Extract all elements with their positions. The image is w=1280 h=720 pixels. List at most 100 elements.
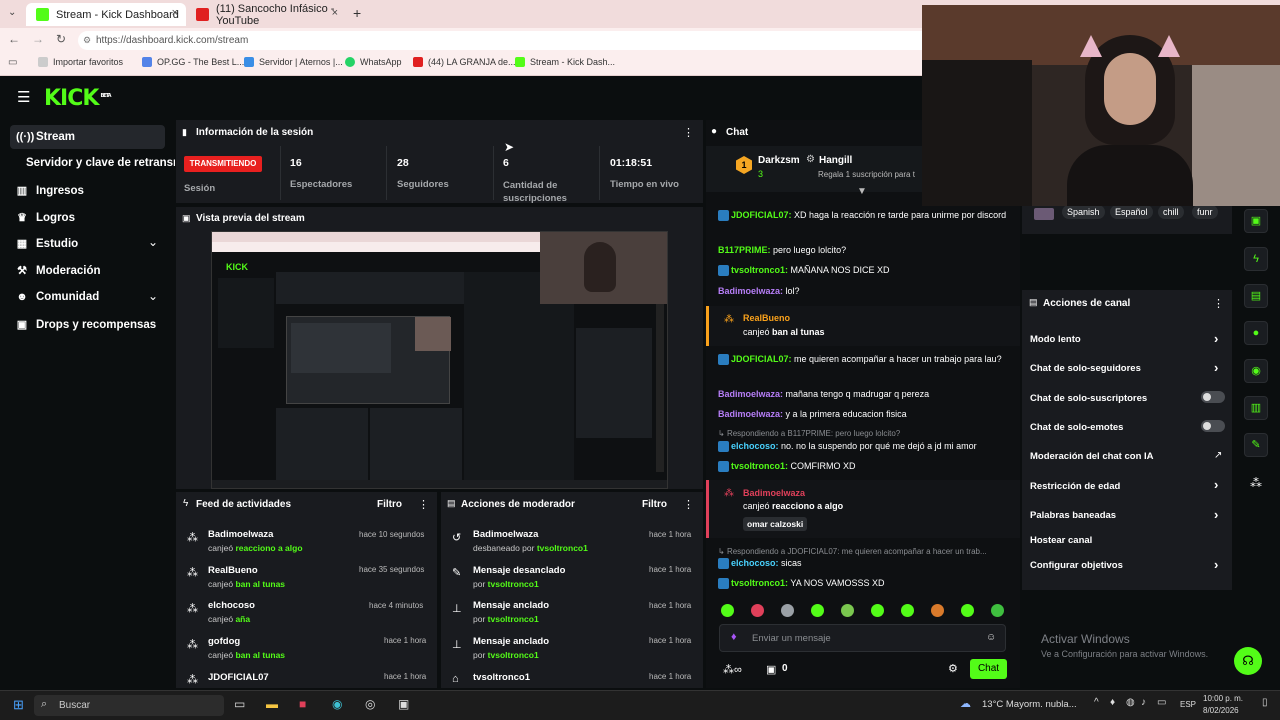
site-info-icon[interactable]: ⚙: [83, 31, 91, 50]
help-support-icon[interactable]: ☊: [1234, 647, 1262, 675]
wrench-icon[interactable]: ✎: [1244, 433, 1268, 457]
tab-kick-dashboard[interactable]: Stream - Kick Dashboard ×: [26, 3, 186, 26]
back-icon[interactable]: ←: [8, 32, 20, 46]
chat-username[interactable]: elchocoso:: [731, 558, 779, 568]
document-icon[interactable]: ▤: [1244, 284, 1268, 308]
chat-username[interactable]: RealBueno: [743, 313, 790, 323]
new-tab-button[interactable]: +: [353, 5, 361, 21]
chat-username[interactable]: tvsoltronco1:: [731, 461, 788, 471]
tray-mic-icon[interactable]: ♦: [1110, 697, 1115, 708]
action-followers-only[interactable]: Chat de solo-seguidores: [1030, 363, 1141, 374]
emote-icon[interactable]: [931, 604, 944, 617]
stream-preview-video[interactable]: KICK: [211, 231, 668, 489]
tab-youtube[interactable]: (11) Sancocho Infásico - YouTube ×: [186, 3, 346, 27]
clock-date[interactable]: 8/02/2026: [1203, 706, 1239, 715]
forward-icon[interactable]: →: [32, 32, 44, 46]
app-icon[interactable]: ▣: [398, 697, 409, 711]
action-age-restriction[interactable]: Restricción de edad: [1030, 481, 1120, 492]
tray-battery-icon[interactable]: ▭: [1157, 697, 1166, 708]
sidebar-item-drops[interactable]: ▣ Drops y recompensas: [16, 318, 156, 332]
chat-username[interactable]: B117PRIME:: [718, 245, 771, 255]
bookmark-whatsapp[interactable]: WhatsApp: [345, 57, 402, 67]
chat-username[interactable]: Badimoelwaza:: [718, 409, 783, 419]
chevron-down-icon[interactable]: ⌄: [148, 235, 158, 249]
bookmark-import[interactable]: Importar favoritos: [38, 57, 123, 67]
file-explorer-icon[interactable]: ▬: [266, 697, 278, 711]
reload-icon[interactable]: ↻: [56, 32, 66, 46]
close-tab-icon[interactable]: ×: [332, 7, 338, 19]
chevron-right-icon[interactable]: ›: [1214, 557, 1218, 572]
more-options-icon[interactable]: ⋮: [683, 498, 694, 511]
chat-username[interactable]: JDOFICIAL07:: [731, 210, 792, 220]
more-options-icon[interactable]: ⋮: [683, 126, 694, 139]
action-configure-goals[interactable]: Configurar objetivos: [1030, 560, 1123, 571]
send-chat-button[interactable]: Chat: [970, 659, 1007, 679]
emote-icon[interactable]: [961, 604, 974, 617]
chat-username[interactable]: tvsoltronco1:: [731, 578, 788, 588]
action-ai-moderation[interactable]: Moderación del chat con IA: [1030, 451, 1154, 462]
bookmark-aternos[interactable]: Servidor | Aternos |...: [244, 57, 343, 67]
tag-chip[interactable]: funr: [1192, 205, 1218, 219]
chevron-right-icon[interactable]: ›: [1214, 477, 1218, 492]
chevron-down-icon[interactable]: ⌄: [148, 289, 158, 303]
sidebar-item-stream[interactable]: ((·)) Stream: [16, 131, 75, 143]
close-tab-icon[interactable]: ×: [172, 7, 178, 19]
sidebar-item-comunidad[interactable]: ☻ Comunidad: [16, 291, 99, 303]
emoji-icon[interactable]: ☺: [986, 632, 996, 643]
emote-icon[interactable]: [811, 604, 824, 617]
chat-icon[interactable]: ●: [1244, 321, 1268, 345]
tag-chip[interactable]: Spanish: [1062, 205, 1105, 219]
chat-username[interactable]: elchocoso:: [731, 441, 779, 451]
collapse-icon[interactable]: ▼: [857, 186, 867, 197]
sidebar-item-ingresos[interactable]: ▥ Ingresos: [16, 184, 84, 198]
apps-icon[interactable]: ▭: [8, 57, 17, 68]
microphone-icon[interactable]: ♦: [731, 631, 737, 643]
more-options-icon[interactable]: ⋮: [418, 498, 429, 511]
emote-icon[interactable]: [751, 604, 764, 617]
bookmark-granja[interactable]: (44) LA GRANJA de...: [413, 57, 516, 67]
subs-only-toggle[interactable]: [1201, 391, 1225, 403]
weather-text[interactable]: 13°C Mayorm. nubla...: [982, 699, 1077, 710]
taskbar-search[interactable]: ⌕ Buscar: [34, 695, 224, 716]
screenshot-icon[interactable]: ▣: [1244, 209, 1268, 233]
kick-logo[interactable]: KICK BETA: [44, 86, 112, 111]
hamburger-menu-icon[interactable]: ☰: [17, 88, 30, 106]
sidebar-item-moderacion[interactable]: ⚒ Moderación: [16, 264, 100, 278]
emote-icon[interactable]: [871, 604, 884, 617]
emotes-only-toggle[interactable]: [1201, 420, 1225, 432]
obs-icon[interactable]: ◎: [365, 697, 375, 711]
chevron-right-icon[interactable]: ›: [1214, 331, 1218, 346]
mod-filter-button[interactable]: Filtro: [642, 499, 667, 510]
action-banned-words[interactable]: Palabras baneadas: [1030, 510, 1116, 521]
chat-username[interactable]: JDOFICIAL07:: [731, 354, 792, 364]
windows-start-icon[interactable]: ⊞: [13, 697, 24, 713]
server-icon[interactable]: ▥: [1244, 396, 1268, 420]
chevron-right-icon[interactable]: ›: [1214, 507, 1218, 522]
tray-network-icon[interactable]: ◍: [1126, 697, 1135, 708]
emote-icon[interactable]: [991, 604, 1004, 617]
tray-volume-icon[interactable]: ♪: [1141, 697, 1146, 708]
clock-time[interactable]: 10:00 p. m.: [1203, 694, 1243, 703]
chat-input[interactable]: ♦ Enviar un mensaje ☺: [719, 624, 1006, 652]
input-language[interactable]: ESP: [1180, 700, 1196, 709]
chat-username[interactable]: Badimoelwaza:: [718, 286, 783, 296]
bookmark-opgg[interactable]: OP.GG - The Best L...: [142, 57, 244, 67]
emote-icon[interactable]: [721, 604, 734, 617]
action-host-channel[interactable]: Hostear canal: [1030, 535, 1092, 546]
chat-username[interactable]: Badimoelwaza:: [718, 389, 783, 399]
settings-gear-icon[interactable]: ⚙: [948, 662, 958, 675]
sidebar-item-logros[interactable]: ♛ Logros: [16, 211, 75, 225]
tag-chip[interactable]: Español: [1110, 205, 1153, 219]
action-slow-mode[interactable]: Modo lento: [1030, 334, 1081, 345]
sidebar-item-server-key[interactable]: Servidor y clave de retransmisión: [26, 157, 175, 169]
lightning-icon[interactable]: ϟ: [1244, 247, 1268, 271]
chevron-right-icon[interactable]: ›: [1214, 360, 1218, 375]
chat-username[interactable]: Badimoelwaza: [743, 488, 805, 498]
more-options-icon[interactable]: ⋮: [1213, 297, 1224, 310]
edge-icon[interactable]: ◉: [332, 697, 342, 711]
notifications-icon[interactable]: ▯: [1262, 697, 1268, 708]
external-link-icon[interactable]: ↗: [1214, 450, 1222, 461]
sidebar-item-estudio[interactable]: ▦ Estudio: [16, 237, 78, 251]
emote-icon[interactable]: [841, 604, 854, 617]
channel-points-icon[interactable]: ⁂∞: [723, 663, 742, 676]
